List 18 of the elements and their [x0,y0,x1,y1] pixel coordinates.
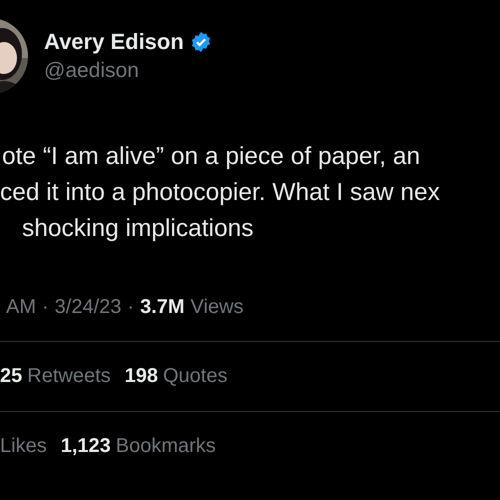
tweet-time: AM [6,296,36,319]
stat-count[interactable]: 1,123 [60,435,111,458]
tweet-text-line: shocking implications [21,214,254,244]
author-handle: @aedison [44,59,140,83]
tweet-text-line: ote “I am alive” on a piece of paper, an [1,142,422,172]
stat-label[interactable]: Bookmarks [116,435,216,458]
separator-dot: · [127,296,134,319]
stat-count[interactable]: 25 [0,365,22,388]
stat-label[interactable]: Retweets [27,365,111,388]
stat-label[interactable]: Likes [0,435,47,458]
stat-label[interactable]: Quotes [163,365,228,388]
author-name: Avery Edison [44,29,184,55]
tweet-date: 3/24/23 [54,296,122,319]
views-count: 3.7M [140,296,185,319]
stat-count[interactable]: 198 [124,365,158,388]
views-label: Views [190,296,244,319]
tweet-text-line: ced it into a photocopier. What I saw nex [0,178,441,208]
separator-dot: · [42,296,49,319]
